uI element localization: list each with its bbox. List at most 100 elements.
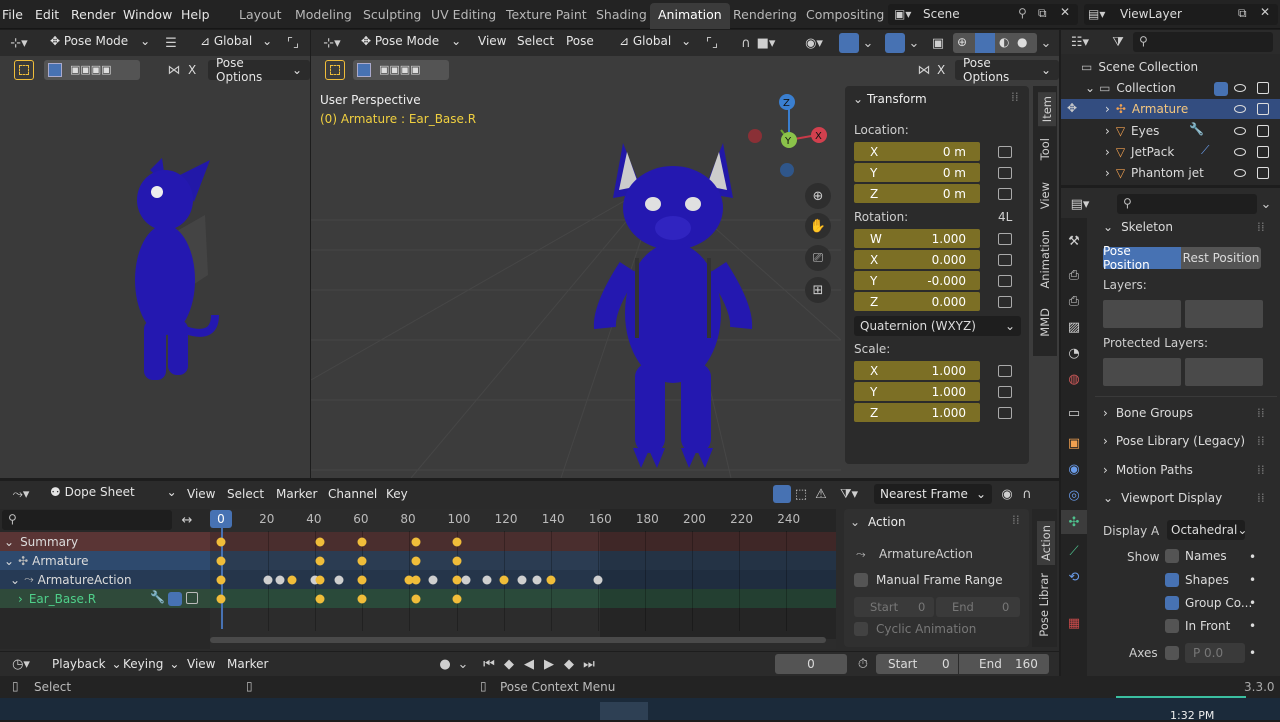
outliner-scene-collection[interactable]: ▭ Scene Collection (1081, 60, 1198, 74)
pan-hand-icon[interactable]: ✋ (805, 213, 831, 239)
keyframe[interactable] (428, 575, 438, 585)
snapping-dropdown[interactable]: Nearest Frame ⌄ (874, 484, 992, 504)
menu-file[interactable]: File (2, 7, 23, 22)
visibility-icon[interactable]: ◉▾ (805, 34, 823, 52)
properties-type-icon[interactable]: ▤▾ (1071, 195, 1090, 213)
mirror-icon[interactable]: ⋈ (165, 61, 183, 79)
pin-icon[interactable]: ⚲ (1018, 6, 1027, 20)
gizmo-toggle-icon[interactable] (839, 33, 859, 53)
playhead-frame[interactable]: 0 (210, 510, 232, 528)
pose-position-button[interactable]: Pose Position (1103, 244, 1181, 272)
outliner-jetpack[interactable]: › ▽ JetPack (1105, 145, 1174, 159)
lock-scale-y-icon[interactable] (998, 386, 1012, 398)
select-mode-buttons[interactable]: ▣▣▣▣ (44, 60, 140, 80)
armature-data-icon[interactable]: ✣ (1065, 513, 1083, 531)
left-orientation-dropdown[interactable]: ⊿ Global ⌄ (200, 34, 272, 48)
keying-dropdown[interactable]: Keying ⌄ (123, 657, 179, 671)
outliner-collection[interactable]: ⌄ ▭ Collection (1085, 81, 1176, 95)
rendered-shading-icon[interactable]: ● (1017, 35, 1027, 49)
rotation-4l-toggle[interactable]: 4L (998, 210, 1012, 224)
keyframe[interactable] (275, 575, 285, 585)
keyframe[interactable] (452, 575, 461, 585)
keyframe[interactable] (315, 537, 325, 547)
render-properties-icon[interactable]: ⎙ (1065, 266, 1083, 284)
jump-prev-keyframe-icon[interactable]: ◆ (500, 655, 518, 673)
zoom-icon[interactable]: ⊕ (805, 183, 831, 209)
main-select-mode-buttons[interactable]: ▣▣▣▣ (353, 60, 449, 80)
perspective-toggle-icon[interactable]: ⊞ (805, 277, 831, 303)
channel-modifier-icon[interactable]: 🔧 (150, 590, 165, 604)
keyframe[interactable] (315, 556, 325, 566)
in-front-keyframe-dot[interactable]: • (1249, 619, 1256, 633)
keyframe[interactable] (334, 575, 344, 585)
bone-properties-icon[interactable]: ⟋ (1065, 542, 1083, 560)
tab-rendering[interactable]: Rendering (733, 7, 797, 22)
left-mode-dropdown[interactable]: ✥ Pose Mode ⌄ (50, 34, 150, 48)
select-tool-icon[interactable] (14, 60, 34, 80)
outliner-filter-icon[interactable]: ⧩ (1109, 33, 1127, 51)
taskbar-active-app[interactable] (600, 702, 648, 720)
view-layer-properties-icon[interactable]: ▨ (1065, 318, 1083, 336)
main-editor-type-icon[interactable]: ⊹▾ (323, 34, 341, 52)
wireframe-shading-icon[interactable]: ⊕ (957, 35, 967, 49)
proportional-edit-icon[interactable]: ◉ (998, 485, 1016, 503)
location-y-field[interactable]: Y 0 m (854, 163, 980, 182)
keyframe[interactable] (411, 537, 421, 547)
bone-groups-drag-icon[interactable]: ⁞⁞ (1257, 406, 1265, 420)
lock-scale-x-icon[interactable] (998, 365, 1012, 377)
tab-mmd[interactable]: MMD (1038, 308, 1052, 337)
axes-keyframe-dot[interactable]: • (1249, 646, 1256, 660)
tab-animation-side[interactable]: Animation (1038, 230, 1052, 289)
tab-tool[interactable]: Tool (1038, 138, 1052, 160)
lock-rotation-z-icon[interactable] (998, 296, 1012, 308)
collection-include-checkbox[interactable] (1214, 82, 1228, 96)
constraint-properties-icon[interactable]: ◎ (1065, 486, 1083, 504)
tab-animation[interactable]: Animation (650, 3, 730, 29)
object-properties-icon[interactable]: ▣ (1065, 434, 1083, 452)
dope-menu-channel[interactable]: Channel (328, 487, 377, 501)
outliner-armature[interactable]: › ✣ Armature (1105, 102, 1188, 116)
eyes-render-icon[interactable] (1257, 125, 1269, 137)
world-properties-icon[interactable]: ◍ (1065, 370, 1083, 388)
jump-start-icon[interactable]: ⏮ (480, 655, 498, 673)
shading-dropdown-icon[interactable]: ⌄ (1037, 34, 1055, 52)
main-menu-pose[interactable]: Pose (566, 34, 594, 48)
keyframe[interactable] (482, 575, 492, 585)
shapes-checkbox[interactable]: Shapes (1165, 573, 1229, 587)
keyframe[interactable] (452, 556, 461, 566)
tab-sculpting[interactable]: Sculpting (363, 7, 421, 22)
pivot-icon[interactable]: ⌜⌟ (284, 34, 302, 52)
channel-search-input[interactable]: ⚲ (2, 510, 172, 530)
location-x-field[interactable]: X 0 m (854, 142, 980, 161)
current-frame-field[interactable]: 0 (775, 654, 847, 674)
phantom-jet-visibility-icon[interactable] (1234, 169, 1246, 177)
dope-menu-select[interactable]: Select (227, 487, 264, 501)
outliner-eyes[interactable]: › ▽ Eyes (1105, 124, 1159, 138)
names-keyframe-dot[interactable]: • (1249, 550, 1256, 564)
rotation-y-field[interactable]: Y -0.000 (854, 271, 980, 290)
tab-action[interactable]: Action (1037, 521, 1055, 566)
shading-buttons[interactable]: ⊕ ◐ ● (953, 33, 1037, 53)
pose-library-section[interactable]: › Pose Library (Legacy) (1103, 434, 1245, 448)
channel-expand-icon[interactable]: ↔ (178, 511, 196, 529)
end-frame-field[interactable]: End 160 (959, 654, 1049, 674)
main-viewport[interactable]: ⊹▾ ✥ Pose Mode ⌄ View Select Pose ⊿ Globa… (311, 30, 1059, 478)
lock-scale-z-icon[interactable] (998, 407, 1012, 419)
hamburger-icon[interactable]: ☰ (162, 34, 180, 52)
lock-rotation-w-icon[interactable] (998, 233, 1012, 245)
texture-properties-icon[interactable]: ▦ (1065, 614, 1083, 632)
main-set-selection-icon[interactable] (357, 63, 371, 77)
tab-layout[interactable]: Layout (239, 7, 282, 22)
tab-modeling[interactable]: Modeling (295, 7, 352, 22)
left-viewport[interactable]: ⊹▾ ✥ Pose Mode ⌄ ☰ ⊿ Global ⌄ ⌜⌟ ▣▣▣▣ ⋈ X … (0, 30, 310, 478)
keyframe[interactable] (411, 556, 421, 566)
dope-menu-marker[interactable]: Marker (276, 487, 317, 501)
action-drag-icon[interactable]: ⁞⁞ (1012, 513, 1020, 527)
keyframe[interactable] (411, 594, 421, 604)
menu-render[interactable]: Render (71, 7, 116, 22)
auto-keying-icon[interactable]: ● (436, 655, 454, 673)
eyes-visibility-icon[interactable] (1234, 127, 1246, 135)
dope-menu-key[interactable]: Key (386, 487, 408, 501)
keyframe[interactable] (357, 537, 367, 547)
dope-editor-type-icon[interactable]: ⤳▾ (12, 485, 30, 503)
